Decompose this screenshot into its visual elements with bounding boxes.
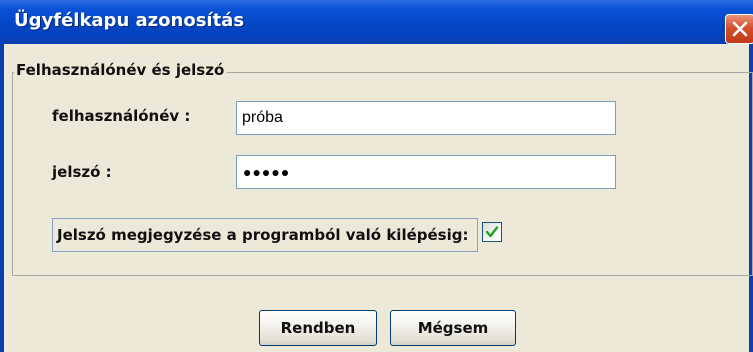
remember-password-checkbox[interactable] xyxy=(482,222,502,242)
close-button[interactable] xyxy=(725,14,753,44)
cancel-button[interactable]: Mégsem xyxy=(390,310,516,346)
login-dialog: Ügyfélkapu azonosítás Felhasználónév és … xyxy=(0,0,753,352)
checkmark-icon xyxy=(485,226,499,238)
title-bar[interactable]: Ügyfélkapu azonosítás xyxy=(0,0,753,44)
credentials-group-legend: Felhasználónév és jelszó xyxy=(14,60,228,80)
password-mask: ●●●●● xyxy=(243,164,291,180)
username-input[interactable] xyxy=(236,101,616,135)
window-frame-left xyxy=(0,44,4,352)
username-label: felhasználónév : xyxy=(52,107,191,125)
ok-button[interactable]: Rendben xyxy=(259,310,377,346)
window-title: Ügyfélkapu azonosítás xyxy=(14,10,245,31)
password-input[interactable]: ●●●●● xyxy=(236,155,616,189)
password-label: jelszó : xyxy=(52,163,112,181)
remember-password-label: Jelszó megjegyzése a programból való kil… xyxy=(57,226,469,244)
remember-password-option[interactable]: Jelszó megjegyzése a programból való kil… xyxy=(52,218,478,252)
close-icon xyxy=(732,21,748,37)
